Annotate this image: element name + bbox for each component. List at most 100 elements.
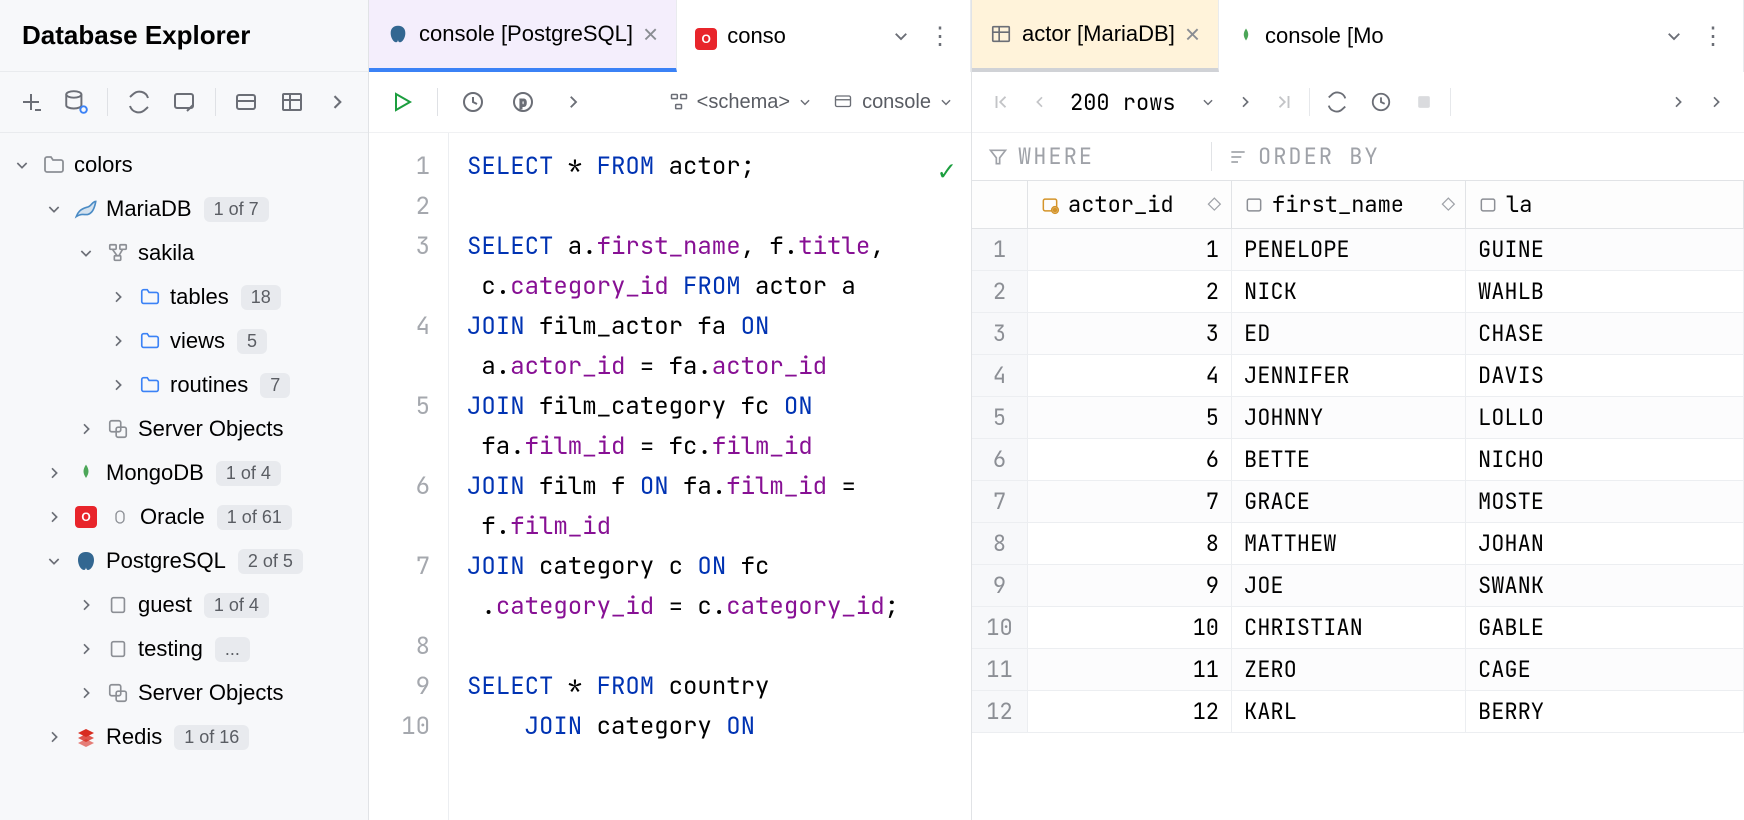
cell-actor-id[interactable]: 12 — [1028, 691, 1232, 732]
code-editor[interactable]: 12345678910 ✓ SELECT * FROM actor; SELEC… — [369, 133, 971, 820]
add-icon[interactable] — [16, 87, 45, 117]
table-row[interactable]: 22NICKWAHLB — [972, 271, 1744, 313]
jump-to-console-icon[interactable] — [169, 87, 198, 117]
first-page-icon[interactable] — [982, 93, 1020, 111]
tab-actor-mariadb[interactable]: actor [MariaDB] × — [972, 0, 1219, 72]
cell-first-name[interactable]: GRACE — [1232, 481, 1466, 522]
cell-first-name[interactable]: KARL — [1232, 691, 1466, 732]
tree-node-colors[interactable]: colors — [0, 143, 368, 187]
table-row[interactable]: 1111ZEROCAGE — [972, 649, 1744, 691]
cell-last-name[interactable]: NICHO — [1466, 439, 1744, 480]
tree-node-redis[interactable]: Redis1 of 16 — [0, 715, 368, 759]
cell-first-name[interactable]: CHRISTIAN — [1232, 607, 1466, 648]
orderby-filter[interactable]: ORDER BY — [1212, 142, 1396, 171]
row-count[interactable]: 200 rows — [1060, 88, 1225, 117]
cell-first-name[interactable]: ED — [1232, 313, 1466, 354]
prev-page-icon[interactable] — [1022, 94, 1058, 110]
table-view-icon[interactable] — [277, 87, 306, 117]
cell-last-name[interactable]: LOLLO — [1466, 397, 1744, 438]
cell-last-name[interactable]: CHASE — [1466, 313, 1744, 354]
grid-body[interactable]: 11PENELOPEGUINE22NICKWAHLB33EDCHASE44JEN… — [972, 229, 1744, 733]
cell-first-name[interactable]: JOHNNY — [1232, 397, 1466, 438]
view-options-icon[interactable] — [232, 87, 261, 117]
table-row[interactable]: 11PENELOPEGUINE — [972, 229, 1744, 271]
tree-node-routines[interactable]: routines7 — [0, 363, 368, 407]
chevron-right-icon[interactable] — [558, 87, 588, 117]
column-header-actor-id[interactable]: actor_id◇ — [1028, 181, 1232, 228]
cell-actor-id[interactable]: 5 — [1028, 397, 1232, 438]
cell-first-name[interactable]: JENNIFER — [1232, 355, 1466, 396]
cell-last-name[interactable]: BERRY — [1466, 691, 1744, 732]
cell-actor-id[interactable]: 11 — [1028, 649, 1232, 690]
tab-console-mongodb[interactable]: console [Mo ⋮ — [1219, 0, 1744, 72]
table-row[interactable]: 1010CHRISTIANGABLE — [972, 607, 1744, 649]
tree-node-tables[interactable]: tables18 — [0, 275, 368, 319]
tree-node-views[interactable]: views5 — [0, 319, 368, 363]
tree-node-guest[interactable]: guest1 of 4 — [0, 583, 368, 627]
more-icon[interactable]: ⋮ — [1701, 22, 1725, 51]
schema-selector[interactable]: <schema> — [669, 91, 812, 114]
tree-node-testing[interactable]: testing... — [0, 627, 368, 671]
datasource-properties-icon[interactable] — [61, 87, 90, 117]
cell-actor-id[interactable]: 1 — [1028, 229, 1232, 270]
refresh-icon[interactable] — [124, 87, 153, 117]
tree-node-mariadb[interactable]: MariaDB1 of 7 — [0, 187, 368, 231]
cell-actor-id[interactable]: 10 — [1028, 607, 1232, 648]
cell-last-name[interactable]: MOSTE — [1466, 481, 1744, 522]
history-icon[interactable] — [1360, 91, 1402, 113]
settings-icon[interactable] — [1698, 94, 1734, 110]
cell-actor-id[interactable]: 4 — [1028, 355, 1232, 396]
chevron-right-icon[interactable] — [1660, 94, 1696, 110]
column-header-first-name[interactable]: first_name◇ — [1232, 181, 1466, 228]
column-header-last-name[interactable]: la — [1466, 181, 1744, 228]
chevron-down-icon[interactable] — [892, 27, 910, 45]
cell-actor-id[interactable]: 8 — [1028, 523, 1232, 564]
table-row[interactable]: 99JOESWANK — [972, 565, 1744, 607]
cell-last-name[interactable]: WAHLB — [1466, 271, 1744, 312]
run-icon[interactable] — [387, 87, 417, 117]
cell-first-name[interactable]: MATTHEW — [1232, 523, 1466, 564]
code-content[interactable]: ✓ SELECT * FROM actor; SELECT a.first_na… — [449, 133, 971, 820]
table-row[interactable]: 1212KARLBERRY — [972, 691, 1744, 733]
cell-last-name[interactable]: CAGE — [1466, 649, 1744, 690]
cell-first-name[interactable]: NICK — [1232, 271, 1466, 312]
table-row[interactable]: 44JENNIFERDAVIS — [972, 355, 1744, 397]
tree-node-postgresql[interactable]: PostgreSQL2 of 5 — [0, 539, 368, 583]
close-icon[interactable]: × — [1185, 21, 1200, 47]
cell-actor-id[interactable]: 2 — [1028, 271, 1232, 312]
cell-last-name[interactable]: GABLE — [1466, 607, 1744, 648]
table-row[interactable]: 77GRACEMOSTE — [972, 481, 1744, 523]
tree-node-server-objects[interactable]: Server Objects — [0, 671, 368, 715]
cell-actor-id[interactable]: 9 — [1028, 565, 1232, 606]
close-icon[interactable]: × — [643, 21, 658, 47]
table-row[interactable]: 33EDCHASE — [972, 313, 1744, 355]
cell-actor-id[interactable]: 7 — [1028, 481, 1232, 522]
reload-icon[interactable] — [1316, 91, 1358, 113]
tree-node-mongodb[interactable]: MongoDB1 of 4 — [0, 451, 368, 495]
history-icon[interactable] — [458, 87, 488, 117]
tree-node-server-objects[interactable]: Server Objects — [0, 407, 368, 451]
cell-first-name[interactable]: BETTE — [1232, 439, 1466, 480]
next-page-icon[interactable] — [1227, 94, 1263, 110]
tree-node-oracle[interactable]: OOracle1 of 61 — [0, 495, 368, 539]
table-row[interactable]: 66BETTENICHO — [972, 439, 1744, 481]
cell-last-name[interactable]: DAVIS — [1466, 355, 1744, 396]
table-row[interactable]: 88MATTHEWJOHAN — [972, 523, 1744, 565]
cell-last-name[interactable]: JOHAN — [1466, 523, 1744, 564]
table-row[interactable]: 55JOHNNYLOLLO — [972, 397, 1744, 439]
explain-plan-icon[interactable]: p — [508, 87, 538, 117]
tree-node-sakila[interactable]: sakila — [0, 231, 368, 275]
where-filter[interactable]: WHERE — [972, 142, 1212, 171]
more-icon[interactable]: ⋮ — [928, 22, 952, 51]
cell-first-name[interactable]: ZERO — [1232, 649, 1466, 690]
stop-icon[interactable] — [1404, 92, 1444, 112]
cell-last-name[interactable]: SWANK — [1466, 565, 1744, 606]
tab-console-postgresql[interactable]: console [PostgreSQL] × — [369, 0, 677, 72]
cell-last-name[interactable]: GUINE — [1466, 229, 1744, 270]
last-page-icon[interactable] — [1265, 93, 1303, 111]
chevron-right-icon[interactable] — [323, 87, 352, 117]
rownum-header[interactable] — [972, 181, 1028, 228]
console-selector[interactable]: console — [832, 91, 953, 114]
chevron-down-icon[interactable] — [1665, 27, 1683, 45]
cell-actor-id[interactable]: 6 — [1028, 439, 1232, 480]
